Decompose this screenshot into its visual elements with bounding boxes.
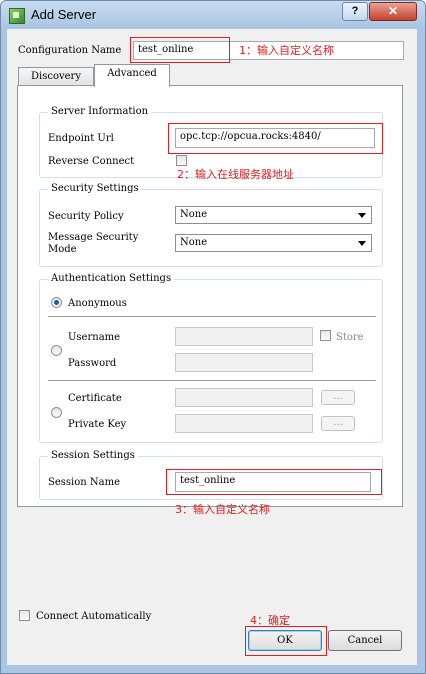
tab-discovery[interactable]: Discovery [18,67,94,87]
session-name-label: Session Name [48,477,120,488]
session-settings-title: Session Settings [48,450,138,461]
annotation-box-3 [166,469,382,495]
connect-automatically-label: Connect Automatically [36,611,152,622]
title-bar[interactable]: Add Server ? ✕ [1,1,425,29]
ok-button[interactable]: OK [248,630,322,651]
annotation-note-2: 2：输入在线服务器地址 [177,168,294,181]
reverse-connect-label: Reverse Connect [48,156,135,167]
tab-advanced[interactable]: Advanced [94,64,170,87]
private-key-browse-button[interactable]: ... [321,416,355,431]
certificate-label: Certificate [68,393,122,404]
tab-panel-advanced: Server Information Endpoint Url opc.tcp:… [17,85,403,507]
dialog-body: Configuration Name test_online 1：输入自定义名称… [7,29,417,665]
close-button[interactable]: ✕ [369,2,417,21]
chevron-down-icon [358,213,366,218]
security-policy-value: None [180,209,208,220]
cancel-button[interactable]: Cancel [328,630,402,651]
annotation-box-1 [130,37,230,63]
password-input[interactable] [175,353,313,372]
store-checkbox[interactable] [320,330,331,341]
private-key-label: Private Key [68,419,127,430]
reverse-connect-checkbox[interactable] [176,155,187,166]
certificate-radio[interactable] [51,407,62,418]
annotation-note-1: 1：输入自定义名称 [239,44,334,57]
certificate-input[interactable] [175,388,313,407]
message-security-mode-value: None [180,237,208,248]
server-information-title: Server Information [48,106,152,117]
message-security-mode-label-2: Mode [48,244,77,255]
configuration-name-label: Configuration Name [18,45,122,56]
auth-divider-2 [48,380,376,381]
certificate-browse-button[interactable]: ... [321,390,355,405]
password-label: Password [68,358,117,369]
endpoint-url-label: Endpoint Url [48,133,114,144]
security-settings-title: Security Settings [48,183,142,194]
message-security-mode-select[interactable]: None [175,234,372,252]
username-label: Username [68,332,121,343]
window-title: Add Server [31,7,97,22]
username-password-radio[interactable] [51,345,62,356]
security-settings-group: Security Settings [39,183,383,267]
anonymous-label: Anonymous [68,298,127,309]
anonymous-radio[interactable] [51,297,62,308]
security-policy-select[interactable]: None [175,206,372,224]
auth-divider-1 [48,316,376,317]
connect-automatically-checkbox[interactable] [19,610,30,621]
store-label: Store [336,332,364,343]
authentication-settings-title: Authentication Settings [48,273,175,284]
private-key-input[interactable] [175,414,313,433]
help-button[interactable]: ? [342,2,368,21]
security-policy-label: Security Policy [48,211,124,222]
annotation-box-2 [168,123,383,154]
username-input[interactable] [175,327,313,346]
chevron-down-icon [358,241,366,246]
app-icon [9,8,25,24]
annotation-note-3: 3：输入自定义名称 [175,503,270,516]
message-security-mode-label-1: Message Security [48,232,139,243]
